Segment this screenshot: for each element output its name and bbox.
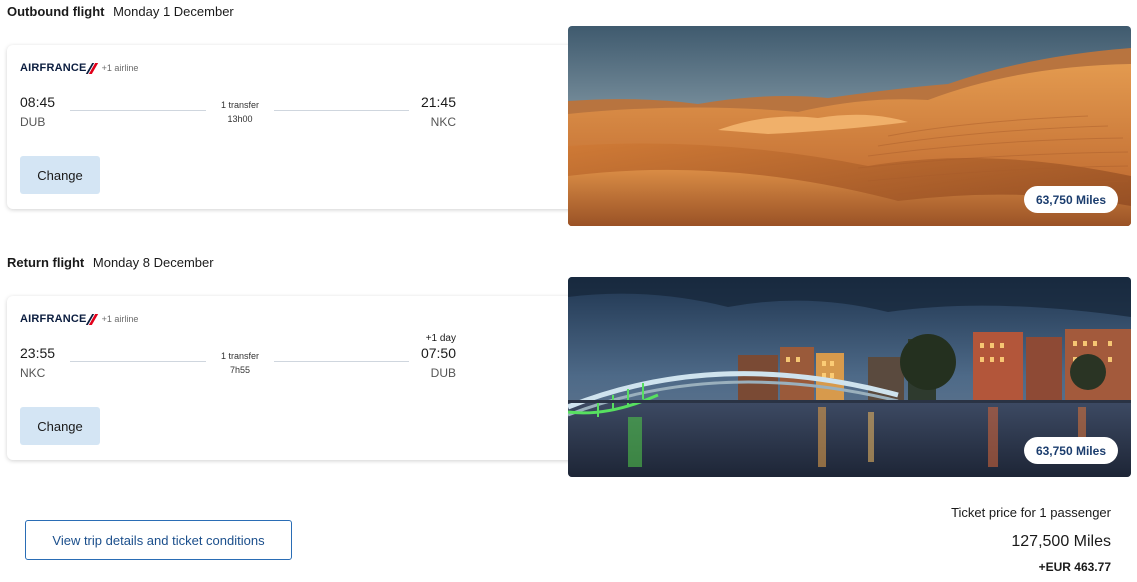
extra-airline: +1 airline [101, 63, 139, 73]
price-eur: +EUR 463.77 [1038, 560, 1111, 574]
airfrance-stripe-icon [89, 315, 98, 323]
price-summary: Ticket price for 1 passenger 127,500 Mil… [951, 505, 1111, 574]
price-label: Ticket price for 1 passenger [951, 505, 1111, 520]
outbound-flight-card: AIRFRANCE +1 airline 08:45 DUB 1 transfe… [7, 45, 582, 209]
airline-row: AIRFRANCE +1 airline [20, 313, 138, 325]
route-line [274, 110, 409, 111]
transfer-info: 1 transfer 7h55 [206, 349, 274, 377]
departure-airport: NKC [20, 366, 46, 380]
return-flight-card: AIRFRANCE +1 airline 23:55 NKC 1 transfe… [7, 296, 582, 460]
airfrance-logo: AIRFRANCE [20, 313, 98, 325]
change-return-button[interactable]: Change [20, 407, 100, 445]
flight-duration: 7h55 [229, 365, 251, 375]
outbound-destination-image: 63,750 Miles [568, 26, 1131, 226]
airline-row: AIRFRANCE +1 airline [20, 62, 138, 74]
flight-duration: 13h00 [227, 114, 253, 124]
outbound-label: Outbound flight [7, 4, 105, 19]
return-label: Return flight [7, 255, 85, 270]
miles-badge: 63,750 Miles [1023, 437, 1118, 464]
price-miles: 127,500 Miles [1011, 533, 1111, 550]
miles-badge: 63,750 Miles [1023, 186, 1118, 213]
departure-time: 08:45 [20, 94, 56, 110]
transfer-count: 1 transfer [220, 351, 260, 361]
return-destination-image: 63,750 Miles [568, 277, 1131, 477]
route-line [274, 361, 409, 362]
return-heading: Return flight Monday 8 December [7, 255, 214, 270]
departure-airport: DUB [20, 115, 46, 129]
change-outbound-button[interactable]: Change [20, 156, 100, 194]
arrival-time: 21:45 [420, 94, 456, 110]
outbound-heading: Outbound flight Monday 1 December [7, 4, 234, 19]
arrival-time: 07:50 [420, 345, 456, 361]
route-line [70, 110, 206, 111]
view-trip-details-button[interactable]: View trip details and ticket conditions [25, 520, 292, 560]
airfrance-logo: AIRFRANCE [20, 62, 98, 74]
outbound-date: Monday 1 December [113, 4, 234, 19]
route-line [70, 361, 206, 362]
departure-time: 23:55 [20, 345, 56, 361]
plus-day-badge: +1 day [425, 333, 456, 344]
airline-name: AIRFRANCE [20, 62, 87, 74]
airline-name: AIRFRANCE [20, 313, 87, 325]
transfer-info: 1 transfer 13h00 [206, 98, 274, 126]
return-date: Monday 8 December [92, 255, 214, 270]
arrival-airport: DUB [430, 366, 456, 380]
extra-airline: +1 airline [101, 314, 139, 324]
airfrance-stripe-icon [89, 64, 98, 72]
transfer-count: 1 transfer [220, 100, 260, 110]
arrival-airport: NKC [430, 115, 456, 129]
